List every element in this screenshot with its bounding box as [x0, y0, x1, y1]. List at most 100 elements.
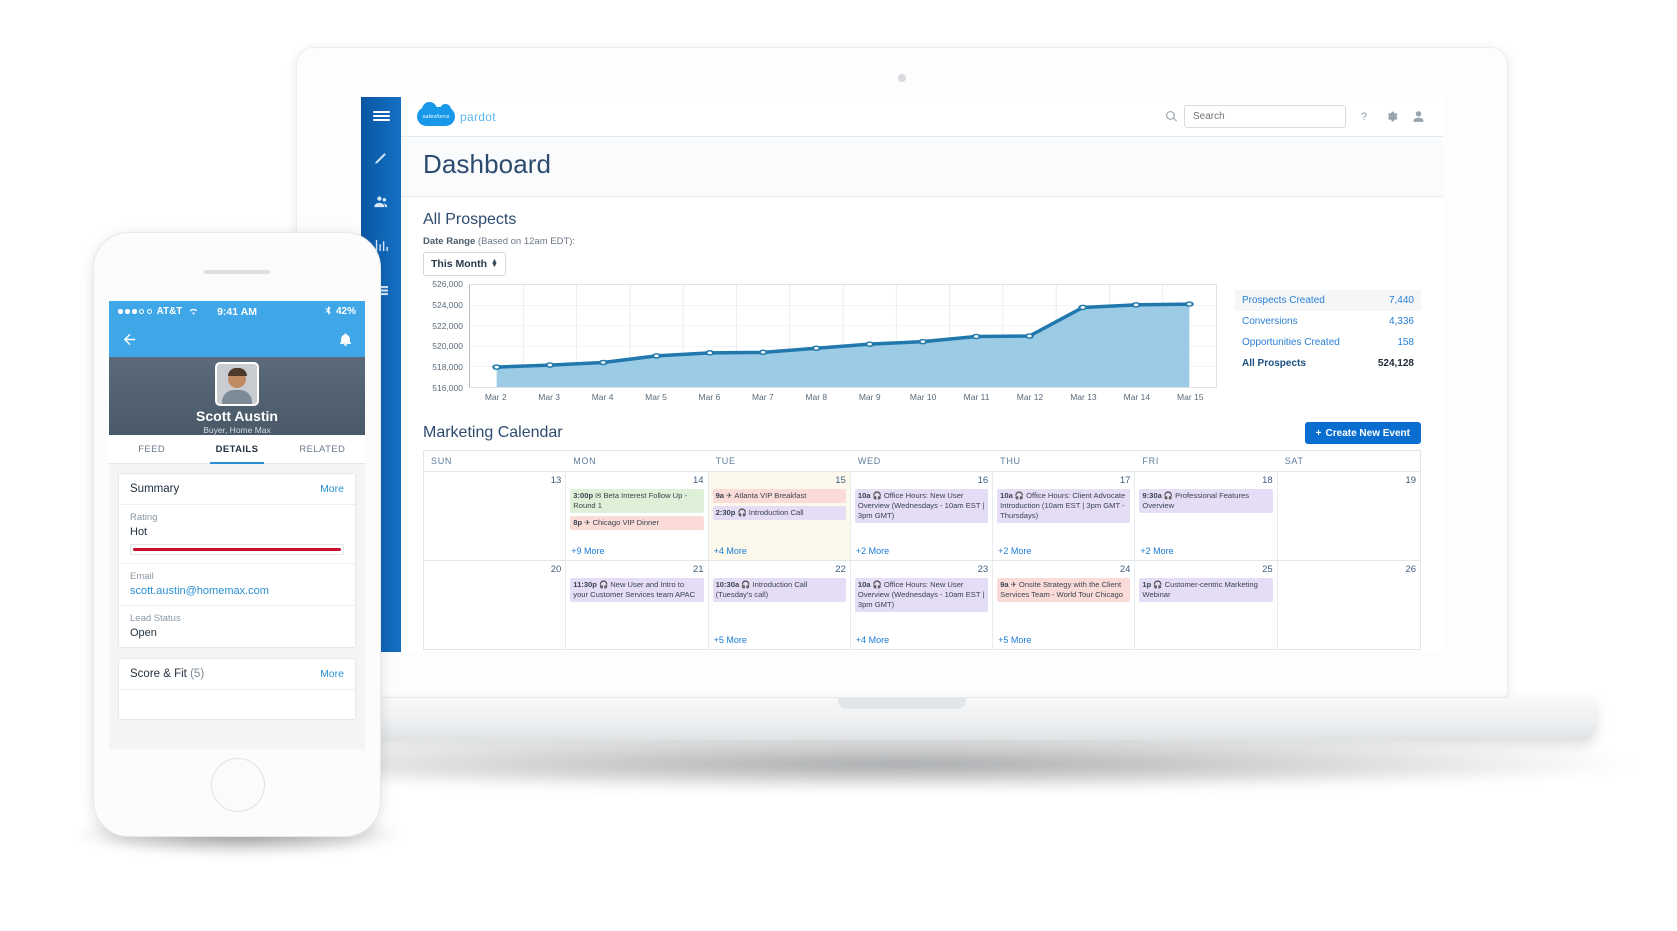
- chart-y-tick: 518,000: [432, 362, 463, 373]
- search-icon[interactable]: [1165, 110, 1178, 123]
- calendar-event[interactable]: 10a 🎧 Office Hours: New User Overview (W…: [854, 578, 989, 612]
- calendar-event[interactable]: 9a ✈ Onsite Strategy with the Client Ser…: [997, 578, 1131, 602]
- email-label: Email: [130, 571, 154, 582]
- calendar-day-cell[interactable]: 20: [424, 561, 567, 649]
- calendar-day-number: 25: [1262, 564, 1273, 575]
- calendar-event[interactable]: 11:30p 🎧 New User and Intro to your Cust…: [570, 578, 704, 602]
- calendar-more-link[interactable]: +2 More: [856, 546, 889, 556]
- date-range-label: Date Range (Based on 12am EDT):: [423, 236, 1421, 247]
- calendar-day-cell[interactable]: 25 1p 🎧 Customer-centric Marketing Webina…: [1135, 561, 1278, 649]
- event-time: 10:30a: [715, 580, 740, 589]
- calendar-event[interactable]: 9a ✈ Atlanta VIP Breakfast: [712, 489, 846, 503]
- user-avatar-icon[interactable]: [1409, 108, 1427, 126]
- calendar-day-cell[interactable]: 26: [1278, 561, 1420, 649]
- calendar-day-cell[interactable]: 16 10a 🎧 Office Hours: New User Overview …: [851, 472, 994, 560]
- app-main: salesforce pardot ?: [401, 97, 1443, 652]
- avatar-hair: [227, 368, 247, 376]
- stat-label: All Prospects: [1242, 358, 1306, 369]
- calendar-event[interactable]: 10a 🎧 Office Hours: Client Advocate Intr…: [997, 489, 1131, 523]
- pardot-logo[interactable]: salesforce pardot: [417, 102, 496, 126]
- stat-row[interactable]: Opportunities Created 158: [1235, 332, 1421, 353]
- rating-bar: [130, 544, 344, 555]
- calendar-day-cell[interactable]: 15 9a ✈ Atlanta VIP Breakfast 2:30p 🎧 Intr…: [708, 472, 851, 560]
- gear-icon[interactable]: [1382, 108, 1400, 126]
- calendar-day-cell[interactable]: 19: [1278, 472, 1420, 560]
- summary-more-link[interactable]: More: [320, 483, 344, 495]
- calendar-event[interactable]: 2:30p 🎧 Introduction Call: [712, 506, 846, 520]
- chart-y-tick: 524,000: [432, 299, 463, 310]
- stat-row[interactable]: Conversions 4,336: [1235, 311, 1421, 332]
- calendar-more-link[interactable]: +9 More: [571, 546, 604, 556]
- phone-speaker: [204, 270, 270, 274]
- top-bar: salesforce pardot ?: [401, 97, 1443, 137]
- date-range-select[interactable]: This Month ▲ ▼: [423, 252, 506, 276]
- calendar-event[interactable]: 8p ✈ Chicago VIP Dinner: [570, 516, 704, 530]
- event-time: 9a: [715, 491, 725, 500]
- search-input[interactable]: [1191, 110, 1339, 123]
- email-value[interactable]: scott.austin@homemax.com: [130, 585, 344, 597]
- bell-icon[interactable]: [338, 332, 353, 347]
- laptop-base: [208, 698, 1596, 740]
- summary-card: Summary More Rating Hot Email scott.aust…: [118, 473, 356, 648]
- help-icon[interactable]: ?: [1355, 108, 1373, 126]
- calendar-more-link[interactable]: +2 More: [1140, 546, 1173, 556]
- calendar-day-cell[interactable]: 13: [424, 472, 567, 560]
- sidebar-item-marketing[interactable]: [361, 135, 401, 179]
- avatar-body: [222, 390, 252, 404]
- calendar-day-cell[interactable]: 14 3:00p ✉ Beta Interest Follow Up - Roun…: [566, 472, 709, 560]
- calendar-day-cell[interactable]: 21 11:30p 🎧 New User and Intro to your Cu…: [566, 561, 709, 649]
- search-box[interactable]: [1184, 105, 1346, 128]
- view-full-calendar-link[interactable]: View Full Calendar »: [423, 650, 1421, 652]
- search-area[interactable]: [1165, 105, 1346, 128]
- stat-label: Prospects Created: [1242, 295, 1325, 306]
- create-new-event-button[interactable]: + Create New Event: [1304, 422, 1421, 444]
- calendar-more-link[interactable]: +2 More: [998, 546, 1031, 556]
- calendar-more-link[interactable]: +4 More: [714, 546, 747, 556]
- calendar-day-cell[interactable]: 18 9:30a 🎧 Professional Features Overview…: [1135, 472, 1278, 560]
- calendar-day-number: 21: [692, 564, 704, 575]
- hamburger-menu-icon[interactable]: [361, 97, 401, 135]
- calendar-event[interactable]: 9:30a 🎧 Professional Features Overview: [1139, 489, 1273, 513]
- score-fit-title-text: Score & Fit: [130, 668, 187, 680]
- pardot-app: salesforce pardot ?: [361, 97, 1443, 652]
- calendar-dow-sat: SAT: [1284, 456, 1304, 466]
- calendar-event[interactable]: 10:30a 🎧 Introduction Call (Tuesday's ca…: [712, 578, 846, 602]
- back-arrow-icon[interactable]: [121, 331, 138, 348]
- calendar-day-cell[interactable]: 24 9a ✈ Onsite Strategy with the Client S…: [993, 561, 1136, 649]
- calendar-more-link[interactable]: +5 More: [998, 635, 1031, 645]
- sidebar-item-prospects[interactable]: [361, 179, 401, 223]
- chart-y-tick: 516,000: [432, 383, 463, 393]
- field-email: Email scott.austin@homemax.com: [119, 564, 355, 606]
- status-bar: AT&T 9:41 AM 42%: [109, 301, 365, 322]
- chart-plot-area: [469, 284, 1217, 388]
- carrier-label: AT&T: [156, 306, 183, 317]
- calendar-more-link[interactable]: +4 More: [856, 635, 889, 645]
- event-title: Chicago VIP Dinner: [592, 518, 660, 527]
- phone-home-button[interactable]: [211, 758, 265, 812]
- tab-related[interactable]: RELATED: [280, 435, 365, 463]
- score-fit-more-link[interactable]: More: [320, 668, 344, 680]
- calendar-dow-wed: WED: [857, 456, 881, 466]
- chart-x-tick: Mar 10: [909, 392, 937, 402]
- chart-x-axis: Mar 2 Mar 3 Mar 4 Mar 5 Mar 6 Mar 7 Mar 8 Mar 9…: [469, 392, 1217, 406]
- tab-feed[interactable]: FEED: [109, 435, 194, 463]
- calendar-day-cell[interactable]: 17 10a 🎧 Office Hours: Client Advocate In…: [993, 472, 1136, 560]
- tab-details[interactable]: DETAILS: [194, 435, 279, 464]
- chart-x-tick: Mar 8: [805, 392, 828, 402]
- calendar-day-number: 15: [835, 475, 846, 486]
- calendar-day-cell[interactable]: 22 10:30a 🎧 Introduction Call (Tuesday's …: [709, 561, 851, 649]
- calendar-week: 20 21 11:30p 🎧 New User and Intro to your …: [424, 561, 1420, 650]
- calendar-day-cell[interactable]: 23 10a 🎧 Office Hours: New User Overview …: [851, 561, 994, 649]
- headset-icon: 🎧: [1151, 580, 1165, 589]
- calendar-event[interactable]: 3:00p ✉ Beta Interest Follow Up - Round …: [570, 489, 704, 513]
- calendar-more-link[interactable]: +5 More: [714, 635, 747, 645]
- calendar-event[interactable]: 10a 🎧 Office Hours: New User Overview (W…: [854, 489, 989, 523]
- calendar-event[interactable]: 1p 🎧 Customer-centric Marketing Webinar: [1139, 578, 1273, 602]
- create-new-event-label: Create New Event: [1325, 427, 1410, 439]
- score-fit-title: Score & Fit (5): [130, 668, 204, 680]
- event-time: 11:30p: [573, 580, 597, 589]
- lead-status-label: Lead Status: [130, 613, 181, 624]
- stat-row[interactable]: All Prospects 524,128: [1235, 353, 1421, 374]
- chart-x-tick: Mar 11: [963, 392, 990, 402]
- stat-row[interactable]: Prospects Created 7,440: [1235, 290, 1421, 311]
